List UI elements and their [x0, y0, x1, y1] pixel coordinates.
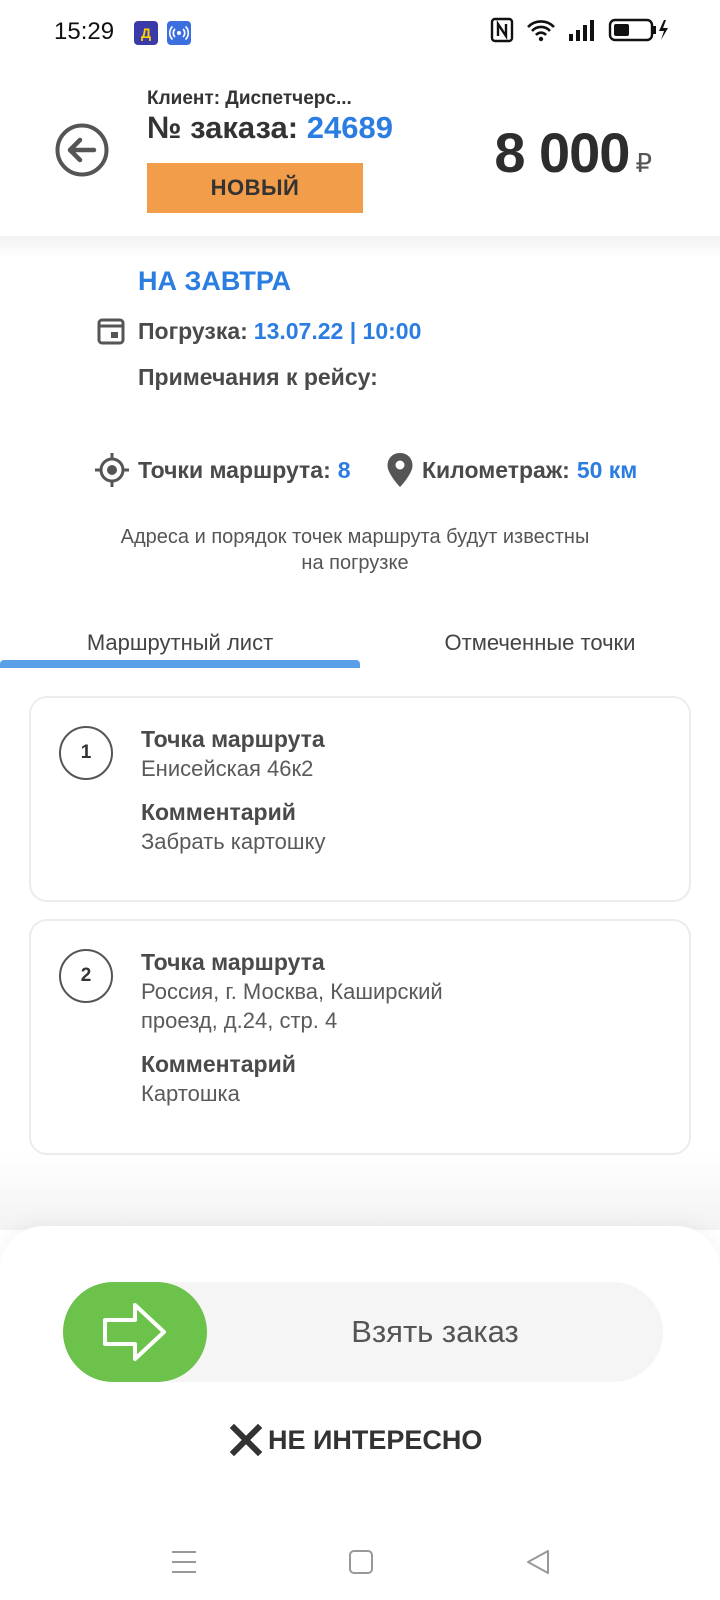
tab-active-indicator [0, 660, 360, 668]
nav-home-button[interactable] [339, 1540, 383, 1584]
wifi-icon [526, 18, 556, 47]
trip-notes-label: Примечания к рейсу: [138, 364, 378, 390]
signal-icon [568, 18, 596, 47]
route-point-details: Точка маршрута Россия, г. Москва, Каширс… [141, 947, 501, 1108]
route-point-number: 2 [59, 949, 113, 1003]
nav-menu-button[interactable] [162, 1540, 206, 1584]
route-point-card[interactable]: 2 Точка маршрута Россия, г. Москва, Каши… [29, 919, 691, 1155]
route-point-comment: Картошка [141, 1081, 240, 1106]
not-interested-label: НЕ ИНТЕРЕСНО [268, 1424, 483, 1455]
back-triangle-icon [527, 1550, 549, 1574]
route-points-label: Точки маршрута: [138, 456, 331, 483]
route-point-comment-label: Комментарий [141, 799, 296, 825]
route-points-value: 8 [337, 456, 351, 483]
status-time: 15:29 [54, 18, 115, 45]
menu-icon [172, 1551, 196, 1573]
order-number-line: № заказа: 24689 [147, 110, 393, 146]
broadcast-icon [167, 21, 191, 45]
arrow-right-icon [103, 1303, 166, 1361]
back-button[interactable] [54, 122, 110, 178]
map-pin-icon [387, 453, 413, 487]
route-point-card[interactable]: 1 Точка маршрута Енисейская 46к2 Коммент… [29, 696, 691, 902]
nav-back-button[interactable] [516, 1540, 560, 1584]
route-points-stat: Точки маршрута: 8 [94, 448, 351, 492]
mileage-label: Километраж: [422, 456, 570, 483]
route-tabs: Маршрутный лист Отмеченные точки [0, 616, 720, 670]
tab-marked-points[interactable]: Отмеченные точки [360, 616, 720, 670]
order-number: 24689 [306, 110, 393, 145]
route-point-comment: Забрать картошку [141, 829, 326, 854]
price-currency: ₽ [635, 148, 652, 178]
route-point-address: Енисейская 46к2 [141, 756, 314, 781]
order-header: Клиент: Диспетчерс... № заказа: 24689 НО… [0, 64, 720, 236]
not-interested-button[interactable]: НЕ ИНТЕРЕСНО [230, 1416, 482, 1464]
list-fade [0, 1150, 720, 1230]
loading-label: Погрузка: [138, 317, 248, 344]
mileage-value: 50 км [576, 456, 638, 483]
price-value: 8 000 [494, 121, 630, 184]
trip-when: НА ЗАВТРА [138, 266, 292, 296]
route-stats: Точки маршрута: 8 Километраж: 50 км [94, 448, 674, 492]
calendar-icon [97, 318, 125, 345]
order-number-label: № заказа: [147, 110, 299, 145]
route-point-label: Точка маршрута [141, 726, 325, 752]
nfc-icon [490, 17, 514, 48]
app-notification-icon: Д [134, 21, 158, 45]
route-note: Адреса и порядок точек маршрута будут из… [120, 526, 590, 574]
route-point-details: Точка маршрута Енисейская 46к2 Комментар… [141, 724, 501, 856]
route-point-number: 1 [59, 726, 113, 780]
battery-icon [608, 17, 670, 48]
loading-value: 13.07.22 | 10:00 [253, 317, 422, 344]
take-order-slider[interactable]: Взять заказ [63, 1282, 663, 1382]
home-square-icon [349, 1550, 373, 1574]
route-point-comment-label: Комментарий [141, 1051, 296, 1077]
order-status-badge: НОВЫЙ [147, 163, 363, 213]
close-icon [230, 1424, 262, 1456]
order-price: 8 000 ₽ [494, 120, 652, 185]
back-arrow-icon [55, 123, 109, 177]
status-bar: 15:29 Д [0, 0, 720, 64]
app-notification-badge: Д [141, 25, 151, 41]
crosshair-icon [95, 453, 129, 487]
route-point-address: Россия, г. Москва, Каширский проезд, д.2… [141, 979, 443, 1033]
mileage-stat: Километраж: 50 км [386, 448, 637, 492]
system-nav-bar [0, 1520, 720, 1600]
trip-info: НА ЗАВТРА Погрузка: 13.07.22 | 10:00 При… [0, 236, 720, 616]
take-order-handle[interactable] [63, 1282, 207, 1382]
take-order-label: Взять заказ [351, 1314, 519, 1349]
status-icons [490, 17, 670, 48]
route-point-label: Точка маршрута [141, 949, 325, 975]
client-name: Клиент: Диспетчерс... [147, 88, 352, 109]
loading-row: Погрузка: 13.07.22 | 10:00 [96, 316, 421, 346]
